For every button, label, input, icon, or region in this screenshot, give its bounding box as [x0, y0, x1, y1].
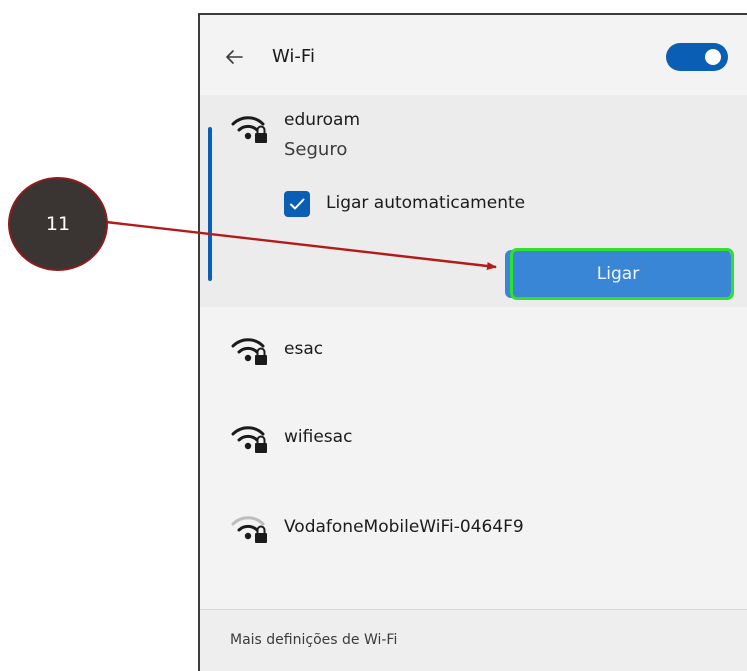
wifi-secured-icon: [230, 333, 270, 367]
auto-connect-label: Ligar automaticamente: [326, 193, 526, 213]
wifi-title: Wi-Fi: [272, 46, 315, 67]
network-item-wifiesac[interactable]: wifiesac: [200, 395, 747, 475]
screenshot-stage: Wi-Fi eduroam Seguro Ligar automaticamen…: [0, 0, 747, 671]
network-security-status: Seguro: [284, 139, 348, 160]
network-item-esac[interactable]: esac: [200, 307, 747, 387]
network-name: wifiesac: [284, 427, 353, 447]
network-item-vodafone[interactable]: VodafoneMobileWiFi-0464F9: [200, 483, 747, 563]
more-wifi-settings-link[interactable]: Mais definições de Wi-Fi: [230, 632, 397, 648]
back-arrow-icon[interactable]: [220, 43, 248, 71]
network-name: eduroam: [284, 110, 361, 130]
selection-indicator: [208, 127, 212, 281]
toggle-knob: [705, 49, 721, 65]
wifi-secured-icon: [230, 111, 270, 145]
step-number-badge: 11: [8, 177, 108, 271]
wifi-secured-icon: [230, 421, 270, 455]
wifi-header: Wi-Fi: [200, 15, 747, 95]
wifi-flyout-panel: Wi-Fi eduroam Seguro Ligar automaticamen…: [198, 13, 747, 671]
wifi-toggle[interactable]: [666, 43, 728, 71]
wifi-weak-secured-icon: [230, 511, 270, 545]
checkmark-icon: [284, 191, 310, 217]
network-item-eduroam[interactable]: eduroam Seguro Ligar automaticamente Lig…: [200, 95, 747, 307]
network-name: esac: [284, 339, 324, 359]
wifi-footer: Mais definições de Wi-Fi: [200, 609, 747, 671]
network-name: VodafoneMobileWiFi-0464F9: [284, 517, 524, 537]
connect-button[interactable]: Ligar: [505, 250, 731, 298]
